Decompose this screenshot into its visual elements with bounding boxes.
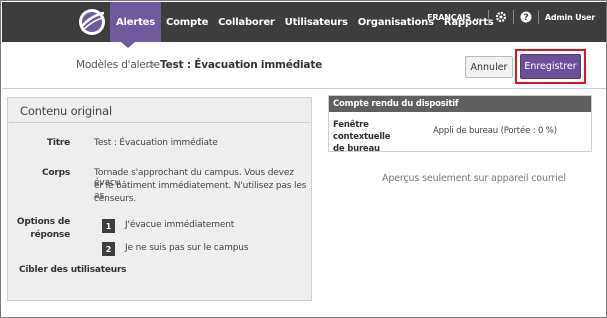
original-content-panel: Contenu original Titre Test : Évacuation…	[7, 97, 312, 301]
logo-icon[interactable]	[77, 7, 107, 37]
cancel-button[interactable]: Annuler	[465, 56, 513, 78]
device-label-line: Fenêtre contextuelle	[333, 120, 391, 142]
options-label: Options de	[16, 217, 70, 227]
option-text: Je ne suis pas sur le campus	[125, 243, 249, 253]
body-label: Corps	[41, 168, 70, 178]
app-window: Alertes Compte Collaborer Utilisateurs O…	[0, 0, 607, 318]
device-render-header: Compte rendu du dispositif	[329, 96, 591, 112]
device-label-line: de bureau	[333, 144, 380, 154]
nav-item-collaborer[interactable]: Collaborer	[213, 2, 280, 42]
nav-item-organisations[interactable]: Organisations	[353, 2, 439, 42]
nav-divider	[512, 10, 514, 24]
help-icon[interactable]: ?	[520, 11, 532, 23]
nav-item-compte[interactable]: Compte	[161, 2, 213, 42]
option-number-badge: 2	[102, 242, 115, 256]
device-label: Fenêtre contextuelle de bureau	[333, 119, 423, 155]
breadcrumb-separator: >	[147, 58, 157, 71]
option-text: J'évacue immédiatement	[125, 220, 235, 230]
nav-utilities: FRANÇAIS ... ? Admin User	[427, 2, 595, 32]
breadcrumb-bar: Modèles d'alerte > Test : Évacuation imm…	[2, 42, 606, 89]
language-selector[interactable]: FRANÇAIS ...	[427, 13, 482, 22]
nav-item-utilisateurs[interactable]: Utilisateurs	[280, 2, 353, 42]
device-render-table: Compte rendu du dispositif Fenêtre conte…	[328, 95, 592, 155]
user-name: Admin User	[544, 12, 595, 22]
title-label: Titre	[46, 138, 70, 148]
gear-icon[interactable]	[495, 11, 507, 23]
panel-divider	[9, 122, 310, 123]
option-number-badge: 1	[102, 219, 115, 233]
user-menu[interactable]: Admin User	[545, 13, 595, 22]
save-button-highlight: Enregistrer	[515, 49, 586, 84]
device-value: Appli de bureau (Portée : 0 %)	[433, 126, 557, 136]
top-nav-bar: Alertes Compte Collaborer Utilisateurs O…	[2, 2, 606, 42]
svg-text:?: ?	[523, 13, 528, 23]
options-label: réponse	[30, 230, 70, 240]
target-users-label: Cibler des utilisateurs	[19, 265, 127, 275]
nav-item-alertes[interactable]: Alertes	[110, 2, 161, 42]
nav-divider	[487, 10, 489, 24]
save-button[interactable]: Enregistrer	[520, 54, 581, 79]
body-line: censeurs.	[94, 194, 137, 204]
preview-note: Aperçus seulement sur appareil courriel	[382, 173, 566, 184]
nav-divider	[537, 10, 539, 24]
panel-heading: Contenu original	[20, 104, 112, 118]
page-title: Test : Évacuation immédiate	[160, 59, 323, 71]
active-nav-indicator	[121, 42, 135, 48]
language-label: FRANÇAIS ...	[427, 12, 482, 22]
title-value: Test : Évacuation immédiate	[94, 138, 218, 148]
